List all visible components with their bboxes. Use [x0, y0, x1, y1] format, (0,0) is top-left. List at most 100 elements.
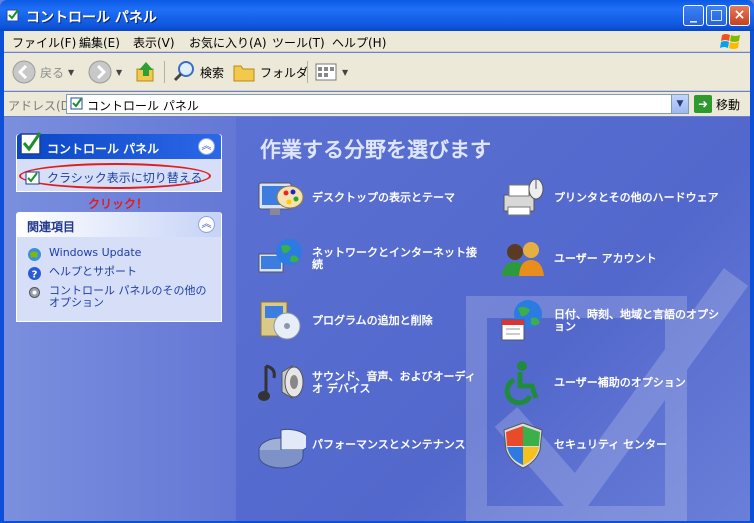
category-label: サウンド、音声、およびオーディオ デバイス — [312, 370, 476, 395]
network-icon — [258, 239, 302, 273]
control-panel-box-title: コントロール パネル — [47, 142, 160, 156]
programs-icon — [260, 301, 301, 340]
address-bar: アドレス(D) コントロール パネル ▼ ➜ 移動 — [4, 92, 750, 116]
users-icon — [502, 242, 544, 276]
menu-favorites[interactable]: お気に入り(A) — [189, 34, 267, 51]
category-label: ユーザー アカウント — [554, 252, 657, 265]
collapse-chevron-icon[interactable]: ︽ — [198, 216, 215, 233]
switch-link-label: クラシック表示に切り替える — [47, 171, 203, 185]
toolbar: 戻る ▼ ▼ 検索 フォルダ ▼ — [4, 53, 750, 91]
related-item-label: ヘルプとサポート — [49, 265, 137, 278]
related-topics-header[interactable]: 関連項目 ︽ — [17, 212, 221, 237]
back-label: 戻る — [40, 65, 65, 80]
control-panel-box-header[interactable]: コントロール パネル ︽ — [17, 132, 221, 159]
datetime-icon — [501, 300, 542, 341]
display-icon — [258, 182, 304, 215]
folder-icon — [233, 65, 255, 82]
chevron-down-icon[interactable]: ▼ — [116, 68, 122, 77]
related-topics-title: 関連項目 — [27, 220, 76, 234]
related-item-help-support[interactable]: ? ヘルプとサポート — [27, 266, 137, 281]
click-annotation: クリック！ — [88, 197, 149, 211]
category-label: ユーザー補助のオプション — [554, 376, 686, 389]
menu-view[interactable]: 表示(V) — [133, 34, 175, 51]
forward-arrow-icon — [88, 60, 112, 84]
chevron-down-icon[interactable]: ▼ — [342, 68, 348, 77]
search-icon — [173, 61, 194, 82]
folders-label: フォルダ — [260, 65, 309, 80]
control-panel-icon — [6, 9, 19, 22]
window-border-right — [750, 31, 754, 523]
page-title: 作業する分野を選びます — [260, 138, 491, 162]
views-button[interactable]: ▼ — [314, 59, 348, 85]
search-button[interactable]: 検索 — [172, 59, 224, 85]
sound-icon — [258, 364, 304, 401]
search-label: 検索 — [200, 65, 225, 80]
address-label: アドレス(D) — [8, 99, 75, 113]
folder-up-icon — [136, 62, 154, 82]
maximize-button[interactable]: □ — [706, 5, 727, 26]
windows-update-icon — [28, 248, 41, 261]
menu-edit[interactable]: 編集(E) — [79, 34, 120, 51]
task-pane: コントロール パネル ︽ クラシック表示に切り替える クリック！ 関連項目 ︽ … — [4, 117, 236, 521]
forward-button[interactable]: ▼ — [88, 59, 122, 85]
classic-view-icon — [25, 171, 40, 184]
category-add-remove-programs[interactable]: プログラムの追加と削除 — [256, 296, 484, 346]
toolbar-separator — [164, 61, 165, 83]
minimize-button[interactable]: _ — [683, 5, 704, 26]
go-button[interactable]: ➜ 移動 — [694, 95, 740, 113]
category-user-accounts[interactable]: ユーザー アカウント — [498, 234, 726, 284]
related-item-other-options[interactable]: コントロール パネルのその他のオプション — [27, 285, 207, 309]
address-dropdown-button[interactable]: ▼ — [671, 95, 688, 113]
help-icon: ? — [28, 267, 41, 281]
window-title: コントロール パネル — [26, 10, 157, 26]
up-button[interactable] — [134, 59, 158, 85]
views-icon — [315, 63, 337, 81]
switch-to-classic-view-link[interactable]: クラシック表示に切り替える — [25, 169, 202, 186]
window-border-left — [0, 31, 4, 523]
category-network-internet[interactable]: ネットワークとインターネット接続 — [256, 234, 484, 284]
address-value: コントロール パネル — [87, 99, 199, 113]
menu-bar: ファイル(F) 編集(E) 表示(V) お気に入り(A) ツール(T) ヘルプ(… — [4, 31, 750, 52]
accessibility-icon — [504, 361, 539, 406]
category-view: 作業する分野を選びます デスクトップの表示とテーマ プリンタとその他のハードウェ… — [236, 117, 750, 521]
title-bar[interactable]: コントロール パネル _ □ × — [0, 0, 754, 31]
category-printers-hardware[interactable]: プリンタとその他のハードウェア — [498, 173, 726, 223]
go-arrow-icon: ➜ — [694, 95, 712, 113]
category-label: ネットワークとインターネット接続 — [312, 246, 477, 271]
category-performance-maintenance[interactable]: パフォーマンスとメンテナンス — [256, 420, 484, 470]
category-label: デスクトップの表示とテーマ — [312, 191, 455, 204]
category-security-center[interactable]: セキュリティ センター — [498, 420, 726, 470]
control-panel-box: コントロール パネル ︽ クラシック表示に切り替える — [16, 132, 222, 192]
category-label: プリンタとその他のハードウェア — [554, 191, 719, 204]
toolbar-separator — [307, 61, 308, 83]
category-accessibility[interactable]: ユーザー補助のオプション — [498, 358, 726, 408]
gear-icon — [29, 287, 40, 298]
printer-icon — [503, 178, 544, 216]
related-item-label: コントロール パネルのその他のオプション — [49, 284, 207, 309]
category-sounds-audio[interactable]: サウンド、音声、およびオーディオ デバイス — [256, 358, 484, 408]
chevron-down-icon[interactable]: ▼ — [68, 68, 74, 77]
category-label: 日付、時刻、地域と言語のオプション — [554, 308, 719, 333]
menu-help[interactable]: ヘルプ(H) — [332, 34, 386, 51]
control-panel-icon — [20, 132, 42, 155]
go-label: 移動 — [716, 97, 741, 112]
category-date-time-language[interactable]: 日付、時刻、地域と言語のオプション — [498, 296, 726, 346]
windows-logo-icon — [720, 34, 740, 49]
address-input[interactable]: コントロール パネル ▼ — [66, 94, 689, 114]
collapse-chevron-icon[interactable]: ︽ — [198, 138, 215, 155]
close-button[interactable]: × — [729, 5, 750, 26]
category-label: プログラムの追加と削除 — [312, 314, 433, 327]
security-icon — [503, 422, 543, 469]
back-arrow-icon — [12, 60, 36, 84]
performance-icon — [258, 428, 306, 469]
menu-file[interactable]: ファイル(F) — [12, 34, 76, 51]
menu-tools[interactable]: ツール(T) — [272, 34, 325, 51]
back-button[interactable]: 戻る ▼ — [12, 59, 74, 85]
category-label: パフォーマンスとメンテナンス — [312, 438, 466, 451]
related-item-windows-update[interactable]: Windows Update — [27, 247, 141, 262]
svg-text:?: ? — [32, 270, 38, 281]
related-topics-box: 関連項目 ︽ Windows Update ? ヘルプとサポート コントロール … — [16, 212, 222, 322]
control-panel-icon — [70, 97, 83, 110]
folders-button[interactable]: フォルダ — [232, 59, 308, 85]
category-appearance-themes[interactable]: デスクトップの表示とテーマ — [256, 173, 484, 223]
